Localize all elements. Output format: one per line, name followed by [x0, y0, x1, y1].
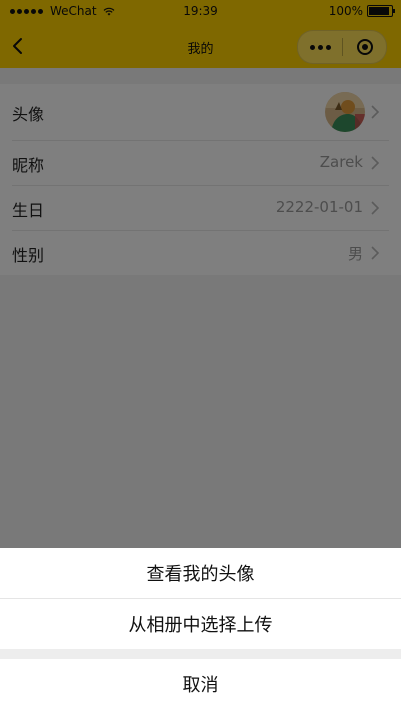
view-avatar-option[interactable]: 查看我的头像: [0, 548, 401, 598]
cancel-button[interactable]: 取消: [0, 659, 401, 709]
screen: WeChat 19:39 100% 我的: [0, 0, 401, 709]
action-sheet: 查看我的头像 从相册中选择上传 取消: [0, 548, 401, 709]
upload-from-album-option[interactable]: 从相册中选择上传: [0, 599, 401, 649]
